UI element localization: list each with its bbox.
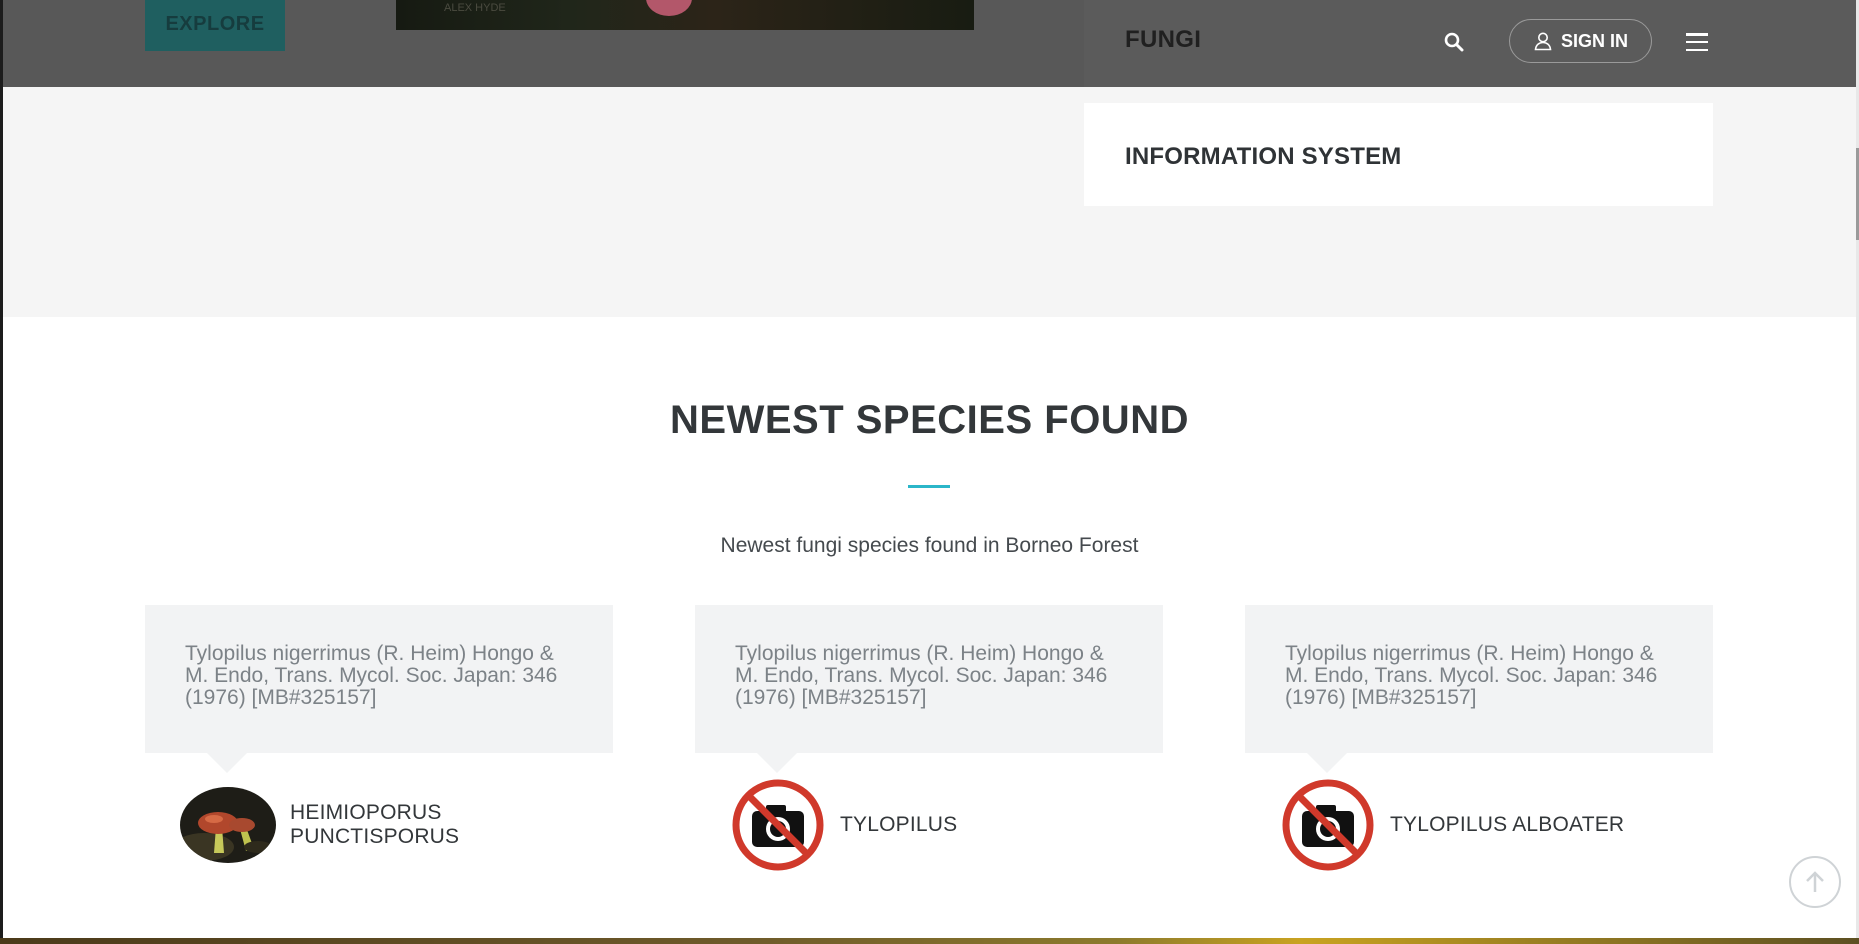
section-subtitle: Newest fungi species found in Borneo For… xyxy=(720,534,1139,557)
species-card[interactable]: Tylopilus nigerrimus (R. Heim) Hongo & M… xyxy=(695,605,1163,871)
site-header: FUNGI SIGN IN xyxy=(1084,0,1856,87)
hamburger-menu-icon[interactable] xyxy=(1684,29,1710,55)
hero-photo-mushroom xyxy=(646,0,692,16)
title-divider xyxy=(908,485,950,488)
explore-button[interactable]: EXPLORE xyxy=(145,0,285,51)
sign-in-label: SIGN IN xyxy=(1560,30,1628,51)
species-author: TYLOPILUS xyxy=(730,779,957,871)
species-name[interactable]: HEIMIOPORUS PUNCTISPORUS xyxy=(290,801,613,849)
section-title: NEWEST SPECIES FOUND xyxy=(670,398,1189,442)
no-photo-icon xyxy=(1280,779,1376,871)
hero-photo-watermark: ALEX HYDE xyxy=(444,2,506,14)
no-photo-icon xyxy=(730,779,826,871)
species-name[interactable]: TYLOPILUS xyxy=(840,813,957,837)
species-citation: Tylopilus nigerrimus (R. Heim) Hongo & M… xyxy=(1245,605,1713,773)
info-card: INFORMATION SYSTEM xyxy=(1084,103,1713,206)
user-icon xyxy=(1534,32,1552,51)
footer-image-strip xyxy=(0,938,1859,944)
arrow-up-circle-icon xyxy=(1806,871,1824,892)
hero-photo: ALEX HYDE xyxy=(396,0,974,30)
species-citation: Tylopilus nigerrimus (R. Heim) Hongo & M… xyxy=(695,605,1163,773)
search-icon xyxy=(1444,32,1464,52)
brand-logo[interactable]: FUNGI xyxy=(1125,26,1201,54)
menu-line xyxy=(1686,33,1708,36)
menu-line xyxy=(1686,48,1708,51)
species-author: HEIMIOPORUS PUNCTISPORUS xyxy=(180,787,613,863)
mushroom-photo xyxy=(180,787,276,863)
search-button[interactable] xyxy=(1439,27,1469,57)
species-card[interactable]: Tylopilus nigerrimus (R. Heim) Hongo & M… xyxy=(1245,605,1713,871)
scroll-to-top-button[interactable] xyxy=(1789,856,1841,908)
info-card-title: INFORMATION SYSTEM xyxy=(1125,143,1402,170)
menu-line xyxy=(1686,40,1708,44)
sign-in-button[interactable]: SIGN IN xyxy=(1509,19,1652,63)
species-name[interactable]: TYLOPILUS ALBOATER xyxy=(1390,813,1624,837)
species-author: TYLOPILUS ALBOATER xyxy=(1280,779,1624,871)
species-citation: Tylopilus nigerrimus (R. Heim) Hongo & M… xyxy=(145,605,613,773)
species-card[interactable]: Tylopilus nigerrimus (R. Heim) Hongo & M… xyxy=(145,605,613,863)
